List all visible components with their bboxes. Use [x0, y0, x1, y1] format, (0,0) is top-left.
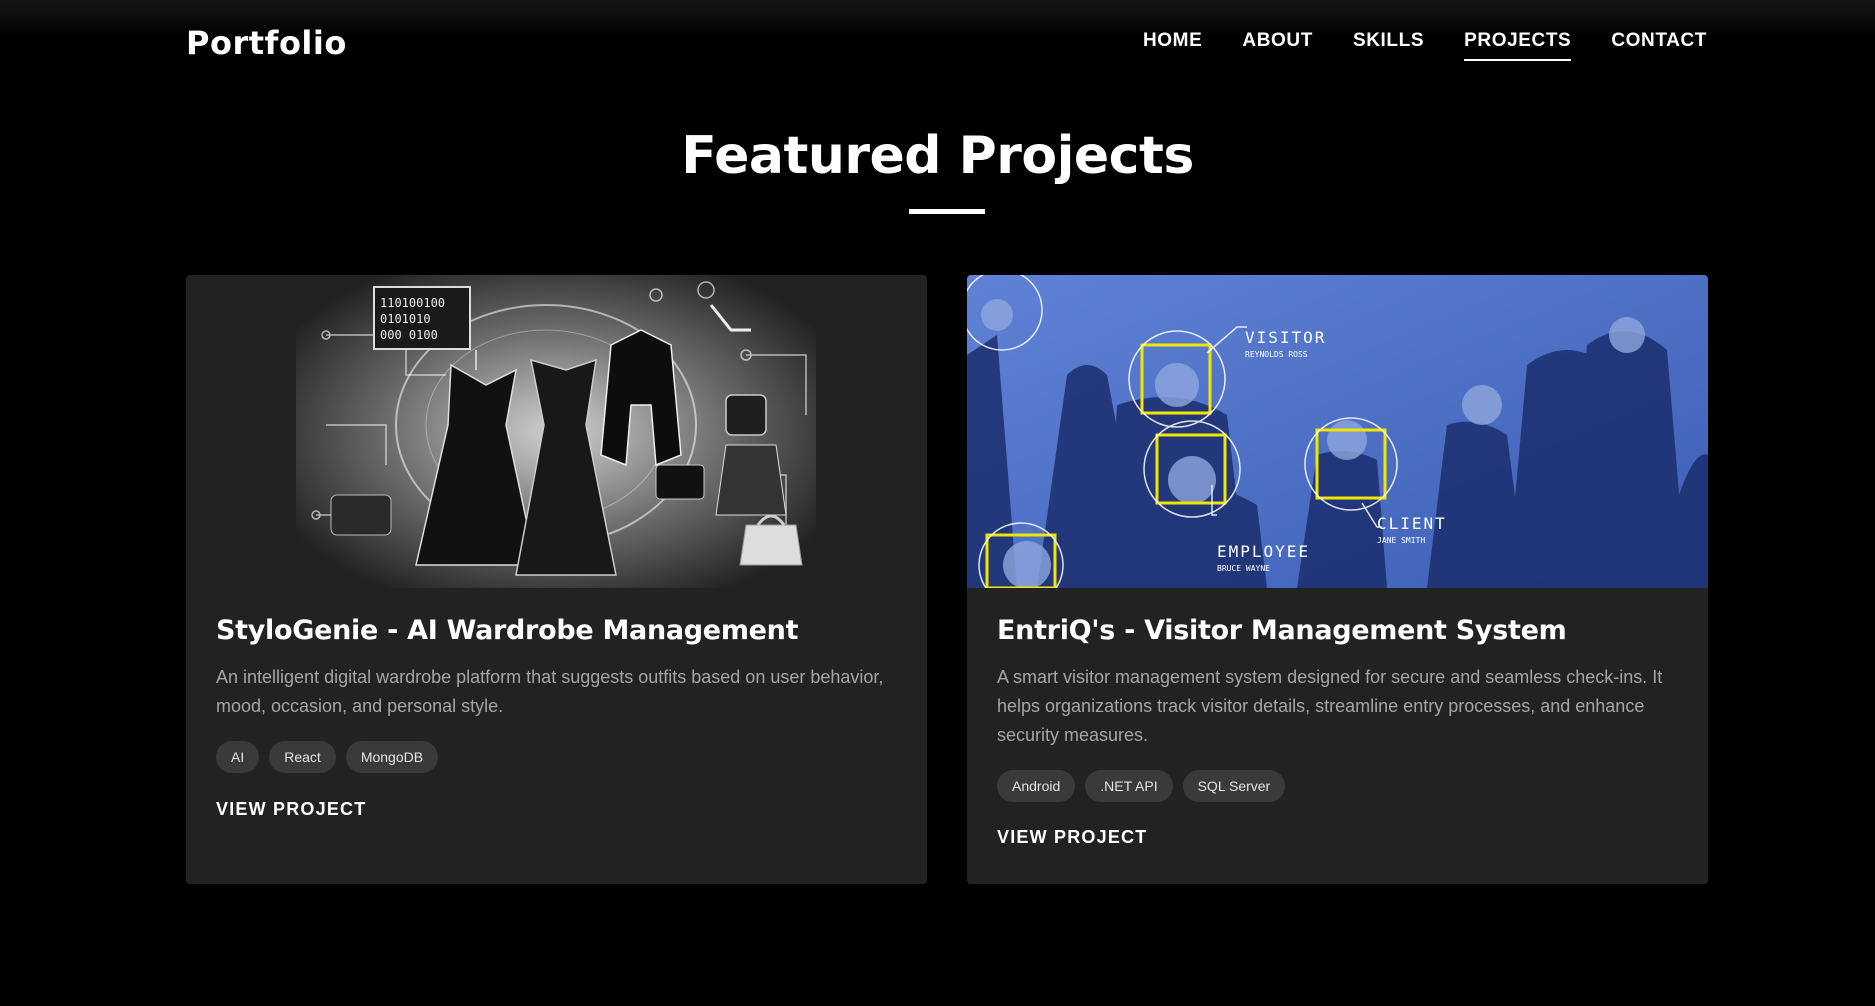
main-nav: HOME ABOUT SKILLS PROJECTS CONTACT	[1143, 30, 1707, 61]
stylogenie-project-image: 110100100 0101010 000 0100	[186, 275, 927, 588]
title-underline	[909, 209, 985, 214]
nav-contact[interactable]: CONTACT	[1611, 30, 1707, 61]
project-tags: Android .NET API SQL Server	[997, 770, 1286, 802]
employee-label: EMPLOYEE	[1217, 542, 1310, 561]
nav-about[interactable]: ABOUT	[1242, 30, 1313, 61]
top-navigation-bar: Portfolio HOME ABOUT SKILLS PROJECTS CON…	[0, 0, 1875, 90]
client-label: CLIENT	[1377, 514, 1447, 533]
project-card-stylogenie: 110100100 0101010 000 0100 StyloGenie - …	[186, 275, 927, 884]
project-description: A smart visitor management system design…	[997, 667, 1663, 745]
brand-logo[interactable]: Portfolio	[186, 24, 347, 62]
binary-line-2: 0101010	[380, 312, 431, 326]
tag-android: Android	[997, 770, 1076, 802]
client-name: JANE SMITH	[1377, 536, 1425, 545]
tag-react: React	[269, 741, 336, 773]
employee-name: BRUCE WAYNE	[1217, 564, 1270, 573]
tag-ai: AI	[216, 741, 260, 773]
project-tags: AI React MongoDB	[216, 741, 439, 773]
visitor-name: REYNOLDS ROSS	[1245, 350, 1308, 359]
project-title: EntriQ's - Visitor Management System	[997, 615, 1567, 646]
tag-sql-server: SQL Server	[1182, 770, 1286, 802]
project-description: An intelligent digital wardrobe platform…	[216, 667, 884, 716]
project-card-entriq: VISITOR REYNOLDS ROSS EMPLOYEE BRUCE WAY…	[967, 275, 1708, 884]
nav-projects[interactable]: PROJECTS	[1464, 30, 1572, 61]
binary-line-3: 000 0100	[380, 328, 438, 342]
nav-home[interactable]: HOME	[1143, 30, 1202, 61]
binary-line-1: 110100100	[380, 296, 445, 310]
visitor-label: VISITOR	[1245, 328, 1326, 347]
tag-dotnet-api: .NET API	[1085, 770, 1173, 802]
entriq-project-image: VISITOR REYNOLDS ROSS EMPLOYEE BRUCE WAY…	[967, 275, 1708, 588]
view-project-link[interactable]: VIEW PROJECT	[997, 827, 1147, 848]
section-title: Featured Projects	[681, 126, 1194, 186]
nav-skills[interactable]: SKILLS	[1353, 30, 1424, 61]
tag-mongodb: MongoDB	[345, 741, 439, 773]
project-title: StyloGenie - AI Wardrobe Management	[216, 615, 799, 646]
view-project-link[interactable]: VIEW PROJECT	[216, 799, 366, 820]
